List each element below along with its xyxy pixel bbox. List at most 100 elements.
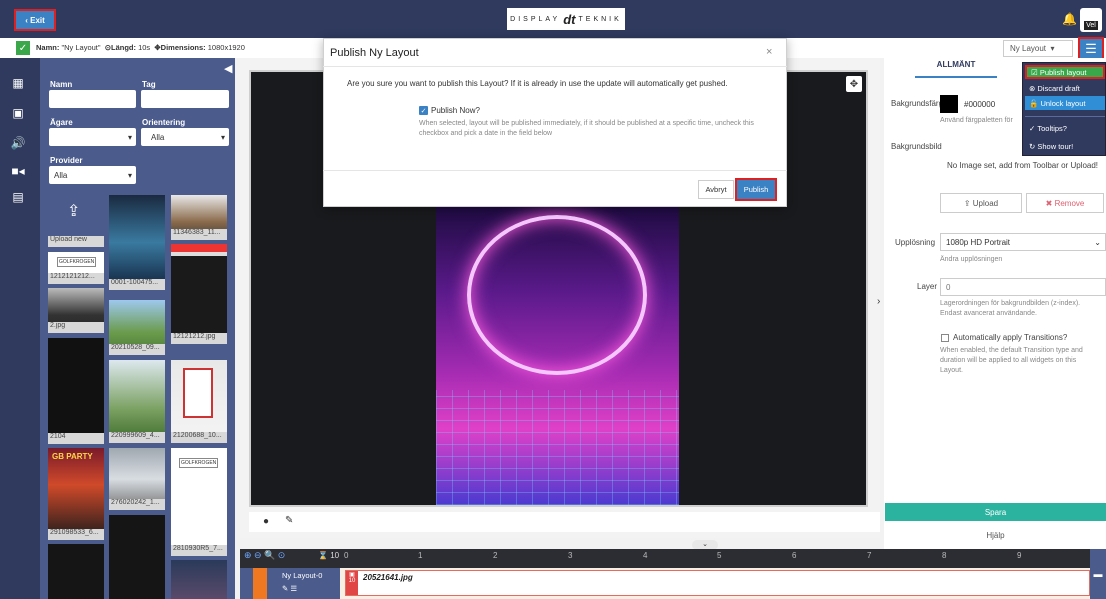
check-icon: ✓ (16, 41, 30, 55)
layer-help: Lagerordningen för bakgrundbilden (z-ind… (940, 300, 1081, 317)
chevron-right-icon[interactable]: › (877, 296, 880, 307)
help-link[interactable]: Hjälp (885, 531, 1106, 540)
media-item[interactable]: 12121212.jpg (171, 244, 227, 344)
upload-icon: ⇪ (963, 198, 973, 208)
exit-button[interactable]: ‹ Exit (14, 9, 56, 31)
resolution-select[interactable]: 1080p HD Portrait ⌄ (940, 233, 1106, 251)
media-item[interactable]: GOLFKROGEN 2810930R5_7... (171, 448, 227, 556)
orientation-value: Alla (151, 132, 165, 142)
layer-color-marker (253, 568, 267, 599)
user-initials: Vel (1084, 21, 1098, 30)
media-item[interactable]: 20210528_09... (109, 300, 165, 355)
transitions-checkbox[interactable] (941, 334, 949, 342)
menu-item-label: Discard draft (1037, 83, 1080, 93)
timeline-duration: ⌛ 10 (318, 551, 340, 560)
no-image-text: No Image set, add from Toolbar or Upload… (946, 161, 1099, 170)
publish-now-help: When selected, layout will be published … (419, 120, 754, 137)
timeline-tick: 8 (942, 551, 947, 560)
layout-select-value: Ny Layout (1010, 44, 1047, 53)
layer-name: Ny Layout-0 (282, 571, 323, 580)
media-item[interactable]: 276020242_1... (109, 448, 165, 510)
timeline-tick: 6 (792, 551, 797, 560)
neon-ring (467, 215, 647, 375)
media-caption: 20210528_09... (109, 344, 165, 355)
media-item[interactable]: 21200688_10... (171, 360, 227, 443)
cancel-button[interactable]: Avbryt (698, 180, 734, 199)
menu-item-label: Show tour! (1037, 141, 1074, 151)
image-icon[interactable]: ▣ (8, 106, 28, 120)
remove-button[interactable]: ✖ Remove (1026, 193, 1104, 213)
color-swatch[interactable] (940, 95, 958, 113)
media-item[interactable]: 11346383_11... (171, 195, 227, 240)
name-label: Namn (50, 80, 73, 89)
tab-general[interactable]: ALLMÄNT (915, 60, 997, 78)
close-icon[interactable]: × (766, 46, 772, 58)
menu-item-label: Unlock layout (1040, 98, 1086, 108)
timeline-tick: 1 (418, 551, 423, 560)
timeline-widget[interactable] (345, 570, 1090, 596)
media-item[interactable]: 220999609_4... (109, 360, 165, 443)
media-item[interactable] (171, 560, 227, 599)
media-item[interactable] (48, 544, 104, 599)
left-nav: ▦ ▣ 🔊 ■◂ ▤ (0, 58, 40, 599)
menu-item-unlock-layout[interactable]: 🔓 Unlock layout (1025, 96, 1105, 110)
bg-image-label: Bakgrundsbild (891, 142, 942, 151)
save-button[interactable]: Spara (885, 503, 1106, 521)
duration-value: 10 (330, 551, 340, 560)
media-caption: 0001-100475... (109, 279, 165, 290)
audio-icon[interactable]: 🔊 (8, 136, 28, 150)
zoom-tools[interactable]: ⊕ ⊖ 🔍 ⊙ (244, 550, 285, 561)
publish-now-checkbox[interactable]: ✓ (419, 106, 428, 115)
edit-icon[interactable]: ✎ (285, 515, 293, 526)
bg-color-value[interactable]: #000000 (964, 100, 995, 109)
tag-filter-input[interactable] (141, 90, 229, 108)
media-caption: 21200688_10... (171, 432, 227, 443)
menu-item-discard-draft[interactable]: ⊗ Discard draft (1025, 81, 1105, 95)
menu-item-label: Publish layout (1039, 67, 1087, 77)
media-caption: 2810930R5_7... (171, 545, 227, 556)
provider-select[interactable]: Alla ▾ (49, 166, 136, 184)
bell-icon[interactable]: 🔔 (1062, 12, 1077, 26)
timeline-tick: 7 (867, 551, 872, 560)
layer-input[interactable]: 0 (940, 278, 1106, 296)
modal-message: Are you sure you want to publish this La… (347, 79, 728, 88)
options-dropdown: ☑ Publish layout ⊗ Discard draft 🔓 Unloc… (1022, 62, 1106, 156)
layout-select[interactable]: Ny Layout ▾ (1003, 40, 1073, 57)
play-icon[interactable]: ● (263, 516, 269, 527)
name-filter-input[interactable] (49, 90, 136, 108)
modal-title: Publish Ny Layout (330, 47, 419, 59)
timeline-side-button[interactable]: ▬ (1090, 549, 1106, 599)
owner-select[interactable]: ▾ (49, 128, 136, 146)
menu-item-show-tour[interactable]: ↻ Show tour! (1025, 139, 1105, 153)
video-icon[interactable]: ■◂ (8, 164, 28, 178)
move-icon[interactable]: ✥ (846, 76, 862, 92)
tag-label: Tag (142, 80, 156, 89)
media-item[interactable]: 2.jpg (48, 288, 104, 333)
widget-badge: ▣ 10 (346, 571, 358, 595)
collapse-arrow-icon[interactable]: ◀ (224, 62, 232, 75)
upload-new-tile[interactable]: ⇪ Upload new (48, 195, 104, 247)
menu-item-tooltips[interactable]: ✓ Tooltips? (1025, 121, 1105, 135)
logo: DISPLAY dt TEKNIK (507, 8, 625, 30)
widget-duration: 10 (348, 578, 356, 584)
media-item[interactable]: 0001-100475... (109, 195, 165, 290)
divider (323, 66, 787, 67)
menu-item-publish-layout[interactable]: ☑ Publish layout (1025, 65, 1105, 79)
user-avatar[interactable]: Vel (1080, 8, 1102, 32)
provider-label: Provider (50, 156, 83, 165)
media-item[interactable] (109, 515, 165, 599)
neon-grid-floor (436, 390, 679, 505)
widgets-icon[interactable]: ▦ (8, 76, 28, 90)
remove-label: Remove (1054, 198, 1085, 208)
media-item[interactable]: GB PARTY 291098533_6... (48, 448, 104, 540)
media-item[interactable]: GOLFKROGEN 1212121212... (48, 252, 104, 284)
archive-icon[interactable]: ▤ (8, 190, 28, 204)
media-caption: 1212121212... (48, 273, 104, 284)
provider-value: Alla (54, 170, 68, 180)
media-item[interactable]: 2104 (48, 338, 104, 444)
orientation-select[interactable]: Alla ▾ (141, 128, 229, 146)
orientation-label: Orientering (142, 118, 186, 127)
edit-icon[interactable]: ✎ ☰ (282, 584, 297, 593)
publish-button[interactable]: Publish (735, 178, 777, 201)
upload-button[interactable]: ⇪ Upload (940, 193, 1022, 213)
